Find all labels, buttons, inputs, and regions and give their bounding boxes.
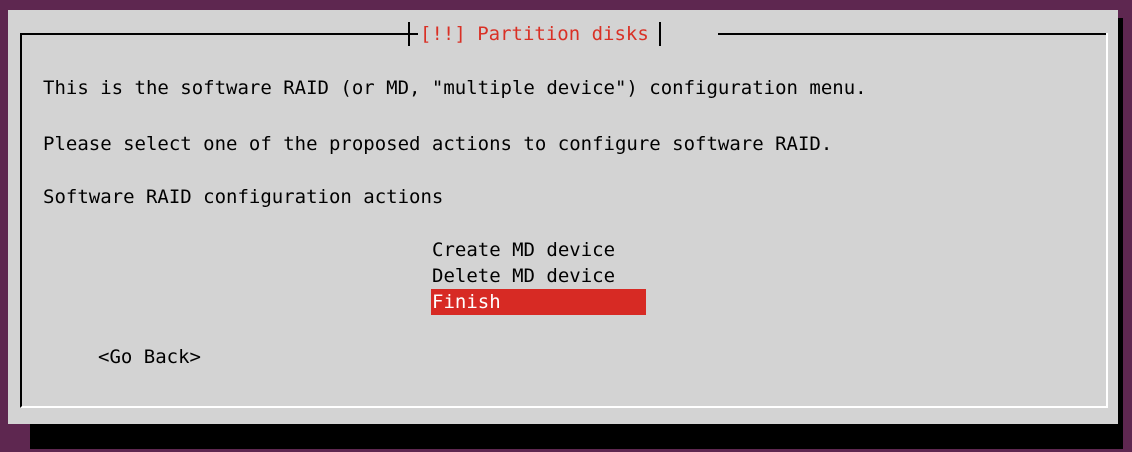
title-right-tick xyxy=(658,22,661,46)
menu-item-finish[interactable]: Finish xyxy=(431,289,646,315)
dialog-title: [!!] Partition disks xyxy=(420,23,649,45)
dialog-title-bar: [!!] Partition disks xyxy=(408,21,661,47)
partition-disks-dialog: [!!] Partition disks This is the softwar… xyxy=(8,10,1118,424)
menu-item-delete-md-device[interactable]: Delete MD device xyxy=(431,263,646,289)
menu-heading: Software RAID configuration actions xyxy=(43,186,444,208)
raid-actions-menu: Create MD device Delete MD device Finish xyxy=(431,237,646,315)
dialog-shadow-bottom xyxy=(30,423,1122,449)
description-line-2: Please select one of the proposed action… xyxy=(43,133,833,155)
frame-top-right xyxy=(718,33,1106,35)
description-line-1: This is the software RAID (or MD, "multi… xyxy=(43,77,867,99)
menu-item-create-md-device[interactable]: Create MD device xyxy=(431,237,646,263)
installer-screen: [!!] Partition disks This is the softwar… xyxy=(0,0,1132,452)
go-back-button[interactable]: <Go Back> xyxy=(98,345,201,369)
frame-top-left xyxy=(20,33,418,35)
